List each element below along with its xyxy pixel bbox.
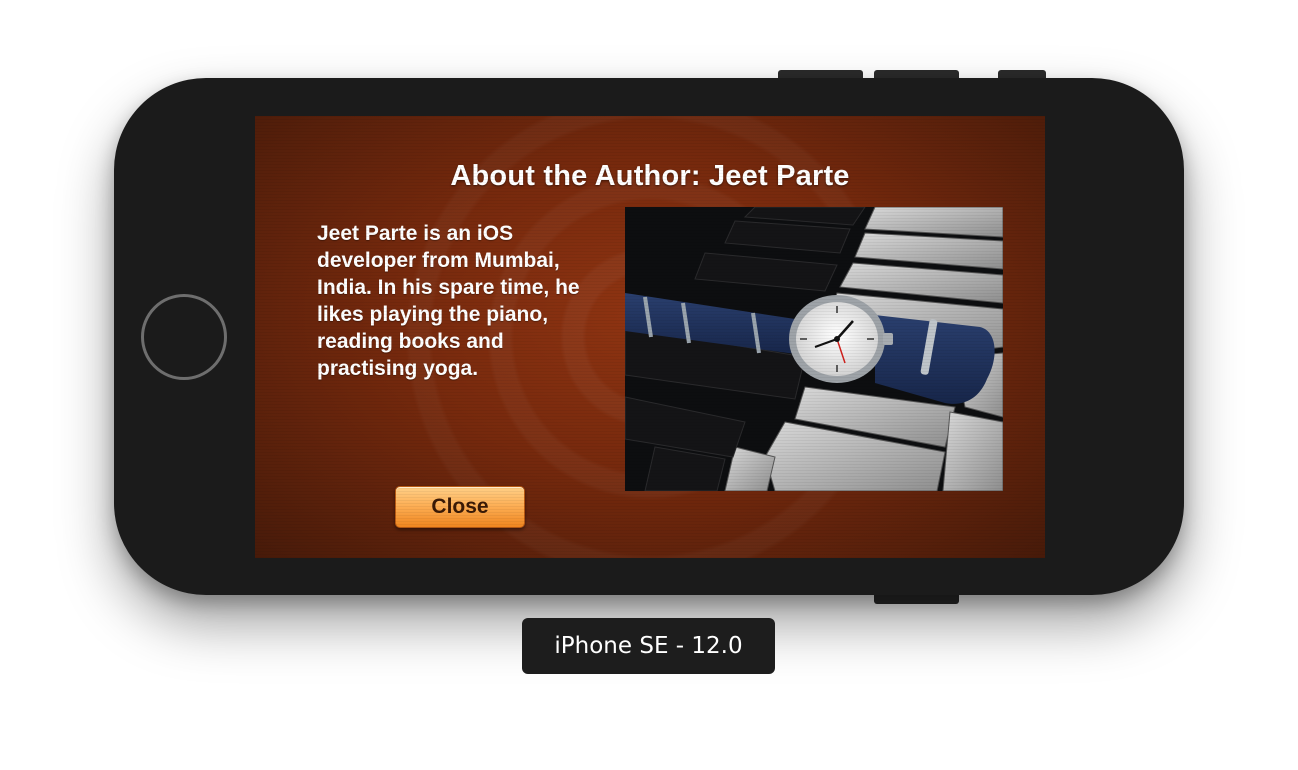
- close-button[interactable]: Close: [395, 486, 525, 528]
- author-photo: [625, 207, 1003, 491]
- power-button[interactable]: [874, 594, 959, 604]
- app-screen: About the Author: Jeet Parte Jeet Parte …: [255, 116, 1045, 558]
- simulator-device-label: iPhone SE - 12.0: [522, 618, 775, 674]
- home-button-icon[interactable]: [141, 294, 227, 380]
- simulator-stage: About the Author: Jeet Parte Jeet Parte …: [0, 0, 1298, 770]
- page-title: About the Author: Jeet Parte: [450, 160, 850, 192]
- author-bio: Jeet Parte is an iOS developer from Mumb…: [317, 222, 580, 380]
